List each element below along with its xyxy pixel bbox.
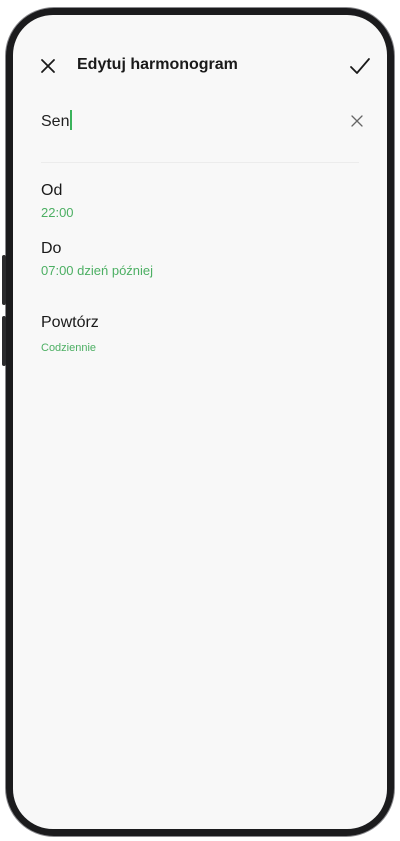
clear-icon [351,115,363,127]
phone-frame: Edytuj harmonogram Sen Od 22:00 Do 07:00… [6,8,394,836]
schedule-name-value: Sen [41,113,70,130]
check-icon [350,58,370,74]
clear-input-button[interactable] [345,109,369,133]
end-time-value: 07:00 dzień później [41,263,154,278]
repeat-value: Codziennie [41,342,97,354]
close-icon [41,59,55,73]
schedule-name-row: Sen [41,107,369,139]
schedule-name-input[interactable]: Sen [41,109,301,135]
end-time-setting[interactable]: Do 07:00 dzień później [41,239,359,280]
start-time-value: 22:00 [41,205,74,220]
repeat-setting[interactable]: Powtórz Codziennie [41,313,359,357]
page-title: Edytuj harmonogram [77,56,238,73]
start-time-label: Od [41,182,63,199]
divider [41,162,359,163]
confirm-button[interactable] [347,53,373,79]
repeat-label: Powtórz [41,314,99,331]
screen: Edytuj harmonogram Sen Od 22:00 Do 07:00… [13,15,387,829]
volume-up-hardware-button [2,255,6,305]
app-header: Edytuj harmonogram [13,47,387,87]
start-time-setting[interactable]: Od 22:00 [41,181,359,222]
close-button[interactable] [35,53,61,79]
text-cursor [70,110,73,130]
volume-down-hardware-button [2,316,6,366]
end-time-label: Do [41,240,62,257]
